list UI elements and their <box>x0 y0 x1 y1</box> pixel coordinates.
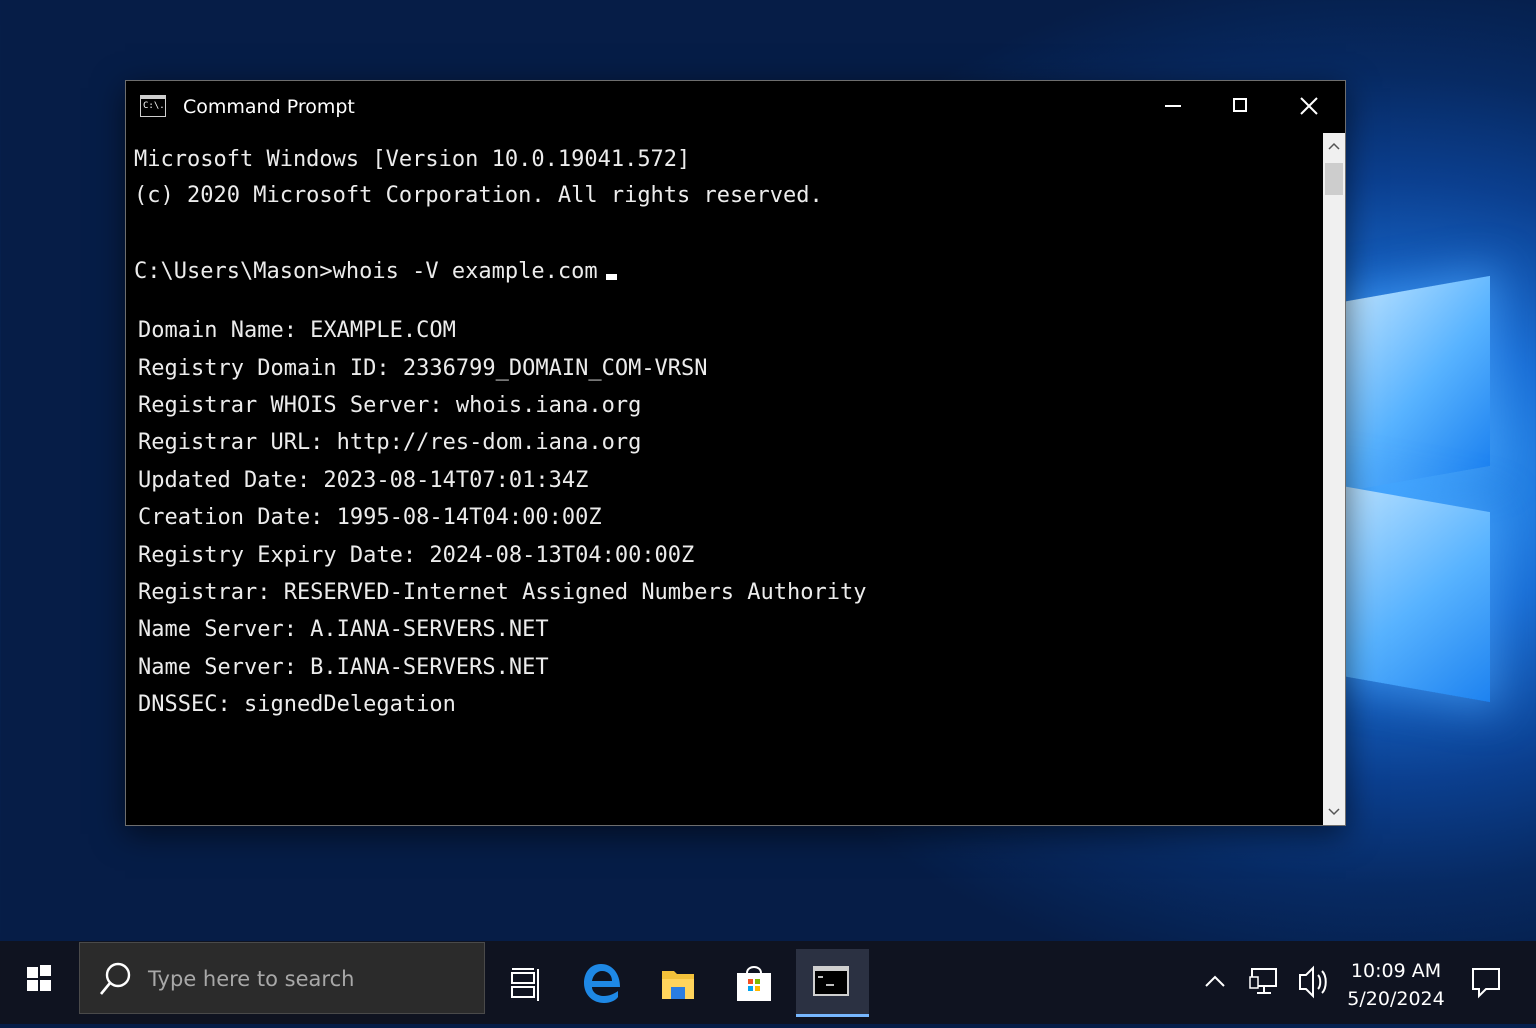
whois-output-line: Registry Expiry Date: 2024-08-13T04:00:0… <box>138 543 695 568</box>
search-box[interactable]: Type here to search <box>79 942 485 1014</box>
whois-output-line: Registrar URL: http://res-dom.iana.org <box>138 430 642 455</box>
whois-output-line: Name Server: A.IANA-SERVERS.NET <box>138 617 549 642</box>
whois-output-line: Updated Date: 2023-08-14T07:01:34Z <box>138 468 589 493</box>
console-line: (c) 2020 Microsoft Corporation. All righ… <box>134 183 823 208</box>
whois-output-line: Registry Domain ID: 2336799_DOMAIN_COM-V… <box>138 356 708 381</box>
clock-date: 5/20/2024 <box>1347 988 1445 1010</box>
notification-icon <box>1472 968 1500 999</box>
whois-output-line: Registrar: RESERVED-Internet Assigned Nu… <box>138 580 867 605</box>
start-button[interactable] <box>0 941 78 1024</box>
cmd-app-icon: C:\. <box>140 95 166 117</box>
window-titlebar[interactable]: C:\. Command Prompt <box>126 81 1345 133</box>
scroll-up-button[interactable] <box>1323 135 1345 157</box>
cmd-taskbar-icon <box>813 966 849 996</box>
show-hidden-icons-button[interactable] <box>1196 941 1236 1024</box>
network-button[interactable] <box>1244 941 1284 1024</box>
console-output[interactable]: Microsoft Windows [Version 10.0.19041.57… <box>134 143 1314 813</box>
search-icon <box>99 962 131 995</box>
edge-button[interactable] <box>568 949 636 1017</box>
network-icon <box>1249 968 1277 994</box>
window-title: Command Prompt <box>183 96 355 118</box>
whois-output-line: Creation Date: 1995-08-14T04:00:00Z <box>138 505 602 530</box>
close-icon <box>1300 97 1318 115</box>
desktop-windows-logo <box>1330 240 1500 703</box>
minimize-icon <box>1165 105 1181 107</box>
minimize-button[interactable] <box>1139 81 1207 131</box>
command-text: C:\Users\Mason>whois -V example.com <box>134 259 598 284</box>
chevron-up-icon <box>1328 142 1340 150</box>
close-button[interactable] <box>1275 81 1343 131</box>
speaker-icon <box>1299 965 1327 999</box>
store-bag-icon <box>737 966 771 1001</box>
command-prompt-taskbar-button[interactable] <box>796 949 869 1017</box>
task-view-button[interactable] <box>492 949 560 1017</box>
maximize-icon <box>1233 98 1247 112</box>
taskbar: Type here to search 10:09 AM 5/20/2024 <box>0 941 1536 1024</box>
chevron-up-icon <box>1205 975 1225 987</box>
maximize-button[interactable] <box>1207 81 1275 131</box>
search-placeholder: Type here to search <box>148 967 355 991</box>
file-explorer-button[interactable] <box>644 949 712 1017</box>
whois-output-line: Domain Name: EXAMPLE.COM <box>138 318 456 343</box>
command-prompt-window[interactable]: C:\. Command Prompt Microsoft Windows [V… <box>125 80 1346 826</box>
task-view-icon <box>511 968 539 1001</box>
action-center-button[interactable] <box>1470 965 1502 1003</box>
whois-output-line: DNSSEC: signedDelegation <box>138 692 456 717</box>
chevron-down-icon <box>1328 808 1340 816</box>
scroll-thumb[interactable] <box>1325 163 1343 195</box>
text-cursor <box>605 274 617 280</box>
volume-button[interactable] <box>1294 941 1334 1024</box>
command-prompt-line: C:\Users\Mason>whois -V example.com <box>134 259 617 284</box>
clock-time: 10:09 AM <box>1350 960 1442 982</box>
scroll-down-button[interactable] <box>1323 801 1345 823</box>
microsoft-store-button[interactable] <box>720 949 788 1017</box>
vertical-scrollbar[interactable] <box>1323 133 1345 825</box>
folder-icon <box>662 971 694 999</box>
console-line: Microsoft Windows [Version 10.0.19041.57… <box>134 147 691 172</box>
whois-output-line: Registrar WHOIS Server: whois.iana.org <box>138 393 642 418</box>
edge-icon <box>584 964 620 1003</box>
taskbar-clock[interactable]: 10:09 AM 5/20/2024 <box>1346 957 1446 1013</box>
whois-output-line: Name Server: B.IANA-SERVERS.NET <box>138 655 549 680</box>
